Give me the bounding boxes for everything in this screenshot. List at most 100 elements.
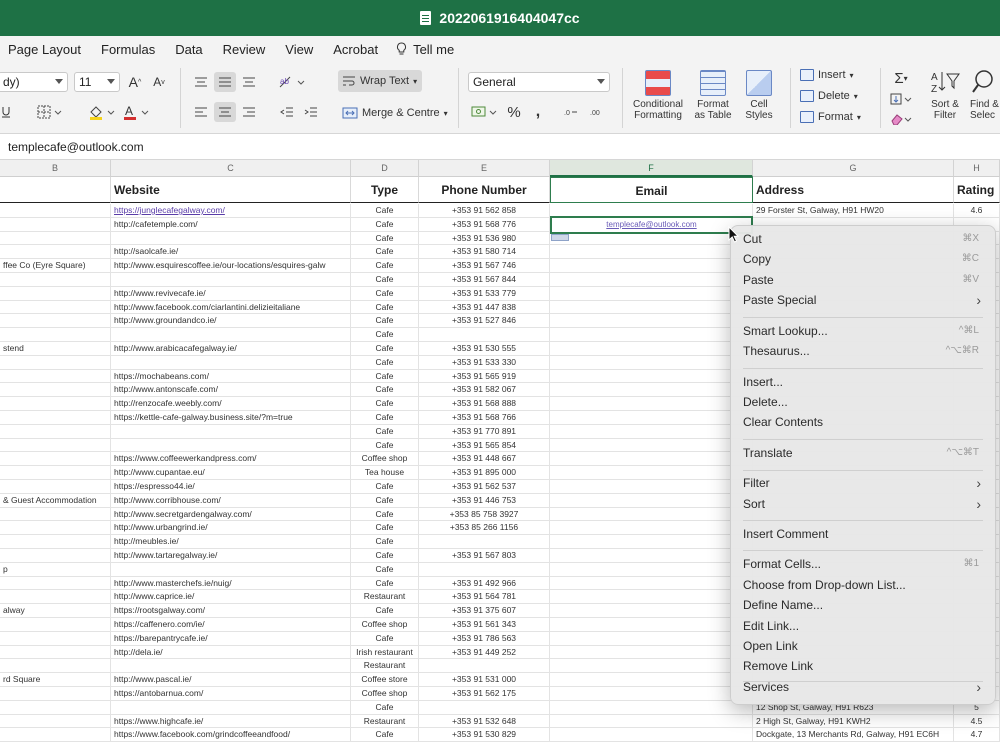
cell-type[interactable]: Cafe	[351, 217, 419, 232]
cell-name[interactable]: alway	[0, 604, 111, 618]
cell-phone[interactable]: +353 85 758 3927	[419, 507, 550, 522]
cell-type[interactable]: Cafe	[351, 728, 419, 743]
cell-phone[interactable]: +353 91 567 803	[419, 549, 550, 563]
menu-item-paste[interactable]: Paste ⌘V	[743, 270, 983, 290]
cell-type[interactable]: Cafe	[351, 286, 419, 301]
cell-type[interactable]: Cafe	[351, 411, 419, 425]
format-as-table-button[interactable]: Format as Table	[690, 70, 736, 121]
cell-email[interactable]	[550, 300, 753, 315]
header-cell-phone[interactable]: Phone Number	[419, 177, 550, 203]
cell-type[interactable]: Coffee shop	[351, 687, 419, 701]
underline-button[interactable]	[0, 102, 16, 122]
header-cell-rating[interactable]: Rating	[954, 177, 1000, 203]
column-header-c[interactable]: C	[111, 160, 351, 177]
cell-phone[interactable]: +353 91 582 067	[419, 383, 550, 398]
cell-phone[interactable]: +353 91 530 555	[419, 342, 550, 356]
cell-name[interactable]	[0, 286, 111, 301]
cell-phone[interactable]	[419, 535, 550, 549]
cell-website[interactable]: http://www.revivecafe.ie/	[111, 286, 351, 301]
cell-name[interactable]	[0, 231, 111, 246]
cell-type[interactable]: Cafe	[351, 631, 419, 646]
cell-phone[interactable]: +353 91 565 854	[419, 438, 550, 453]
grow-font-button[interactable]: A ^	[126, 72, 144, 92]
cell-type[interactable]: Cafe	[351, 438, 419, 453]
align-center-button[interactable]	[214, 102, 236, 122]
cell-phone[interactable]: +353 91 533 330	[419, 355, 550, 370]
cell-type[interactable]: Cafe	[351, 328, 419, 342]
menu-item-services[interactable]: Services ›	[743, 677, 983, 697]
cell-name[interactable]: ffee Co (Eyre Square)	[0, 259, 111, 273]
cell-address[interactable]: Dockgate, 13 Merchants Rd, Galway, H91 E…	[753, 728, 954, 743]
menu-item-edit-link[interactable]: Edit Link...	[743, 616, 983, 636]
cell-website[interactable]	[111, 424, 351, 439]
cell-phone[interactable]: +353 91 533 779	[419, 286, 550, 301]
align-left-button[interactable]	[190, 102, 212, 122]
cell-name[interactable]	[0, 369, 111, 384]
cell-type[interactable]: Cafe	[351, 493, 419, 508]
cell-phone[interactable]	[419, 700, 550, 715]
cell-website[interactable]: https://kettle-cafe-galway.business.site…	[111, 411, 351, 425]
cell-phone[interactable]: +353 85 266 1156	[419, 521, 550, 536]
fill-color-button[interactable]	[86, 102, 118, 122]
cell-email[interactable]	[550, 480, 753, 494]
selected-email-cell[interactable]: templecafe@outlook.com	[550, 216, 753, 234]
menu-item-paste-special[interactable]: Paste Special ›	[743, 290, 983, 310]
cell-type[interactable]: Coffee shop	[351, 618, 419, 632]
orientation-button[interactable]: ab	[276, 72, 308, 92]
cell-website[interactable]: http://saolcafe.ie/	[111, 245, 351, 260]
cell-type[interactable]: Restaurant	[351, 659, 419, 674]
formula-bar[interactable]: templecafe@outlook.com	[0, 134, 1000, 160]
cell-phone[interactable]: +353 91 580 714	[419, 245, 550, 260]
menu-item-remove-link[interactable]: Remove Link	[743, 656, 983, 676]
cell-phone[interactable]: +353 91 530 829	[419, 728, 550, 743]
cell-website[interactable]: http://www.secretgardengalway.com/	[111, 507, 351, 522]
cell-name[interactable]	[0, 314, 111, 329]
menu-item-define-name[interactable]: Define Name...	[743, 595, 983, 615]
cell-address[interactable]: 29 Forster St, Galway, H91 HW20	[753, 204, 954, 218]
cell-name[interactable]	[0, 204, 111, 218]
cell-name[interactable]	[0, 217, 111, 232]
cell-phone[interactable]: +353 91 568 888	[419, 397, 550, 411]
menu-item-smart-lookup[interactable]: Smart Lookup... ^⌘L	[743, 321, 983, 341]
decrease-indent-button[interactable]	[276, 102, 298, 122]
menu-item-sort[interactable]: Sort ›	[743, 494, 983, 514]
cell-phone[interactable]	[419, 328, 550, 342]
cell-name[interactable]	[0, 521, 111, 536]
cell-website[interactable]: https://espresso44.ie/	[111, 480, 351, 494]
tab-view[interactable]: View	[275, 42, 323, 57]
cell-type[interactable]: Cafe	[351, 273, 419, 287]
paste-options-icon[interactable]	[551, 234, 569, 241]
cell-email[interactable]	[550, 369, 753, 384]
cell-phone[interactable]: +353 91 568 766	[419, 411, 550, 425]
cell-phone[interactable]: +353 91 448 667	[419, 452, 550, 467]
percent-button[interactable]: %	[504, 102, 524, 122]
cell-email[interactable]	[550, 383, 753, 398]
cell-email[interactable]	[550, 673, 753, 687]
borders-button[interactable]	[34, 102, 66, 122]
header-cell-type[interactable]: Type	[351, 177, 419, 203]
comma-style-button[interactable]: ,	[528, 102, 548, 122]
cell-name[interactable]	[0, 590, 111, 605]
cell-website[interactable]: http://www.urbangrind.ie/	[111, 521, 351, 536]
column-header-d[interactable]: D	[351, 160, 419, 177]
tab-page-layout[interactable]: Page Layout	[0, 42, 91, 57]
tab-formulas[interactable]: Formulas	[91, 42, 165, 57]
cell-email[interactable]	[550, 659, 753, 674]
cell-phone[interactable]: +353 91 531 000	[419, 673, 550, 687]
cell-email[interactable]	[550, 328, 753, 342]
cell-website[interactable]	[111, 355, 351, 370]
cell-type[interactable]: Cafe	[351, 314, 419, 329]
cell-phone[interactable]: +353 91 536 980	[419, 231, 550, 246]
cell-email[interactable]	[550, 687, 753, 701]
cell-email[interactable]	[550, 576, 753, 591]
cell-website[interactable]: http://www.cupantae.eu/	[111, 466, 351, 480]
menu-item-insert[interactable]: Insert...	[743, 372, 983, 392]
cell-phone[interactable]: +353 91 562 537	[419, 480, 550, 494]
cell-website[interactable]: http://renzocafe.weebly.com/	[111, 397, 351, 411]
header-cell-address[interactable]: Address	[753, 177, 954, 203]
cell-type[interactable]: Cafe	[351, 562, 419, 577]
cell-type[interactable]: Cafe	[351, 204, 419, 218]
cell-address[interactable]: 2 High St, Galway, H91 KWH2	[753, 714, 954, 729]
cell-type[interactable]: Tea house	[351, 466, 419, 480]
cell-name[interactable]	[0, 273, 111, 287]
